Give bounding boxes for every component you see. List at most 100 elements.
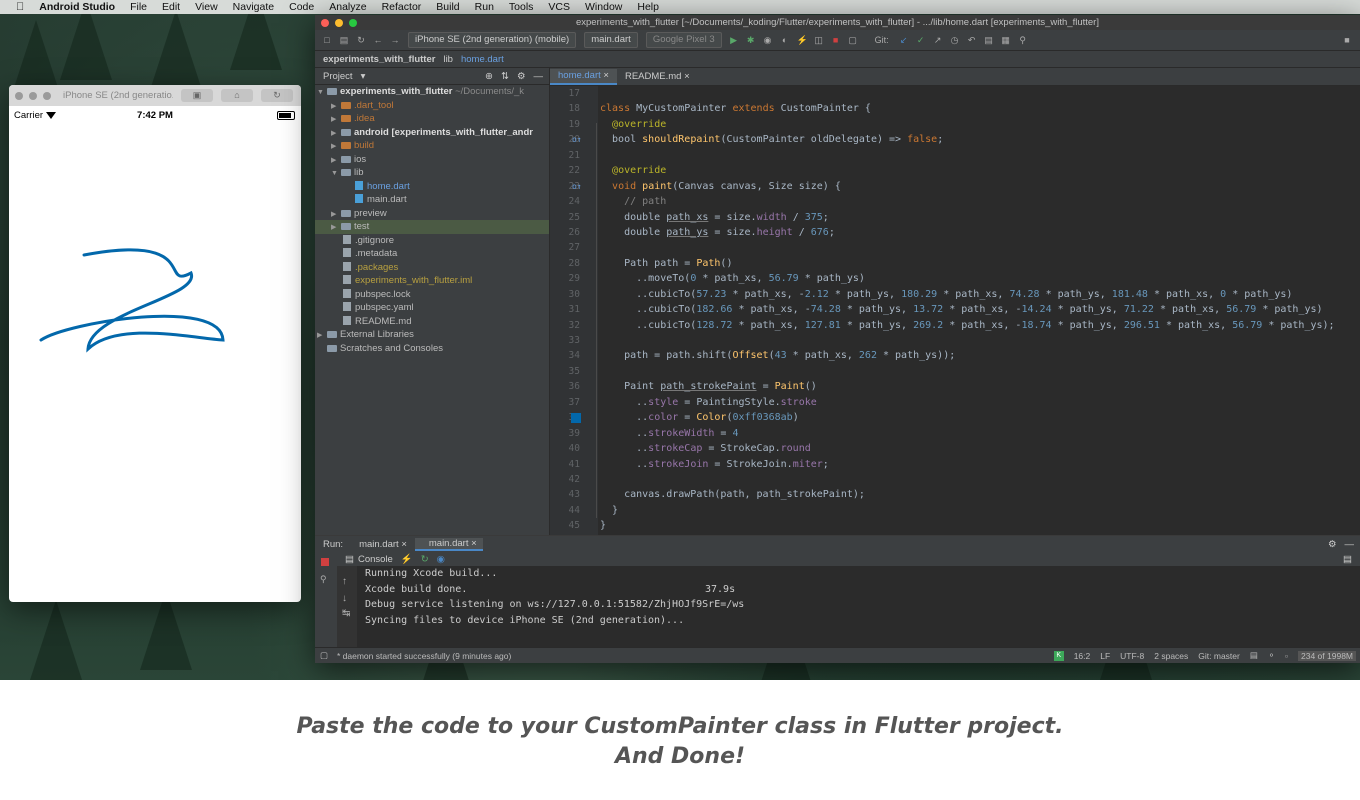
layout-icon[interactable]: ▦ <box>1001 35 1011 45</box>
hide-icon[interactable]: — <box>1345 539 1355 550</box>
collapse-icon[interactable]: ⇅ <box>501 71 509 82</box>
rotate-button[interactable]: ↻ <box>261 89 293 102</box>
stop-icon[interactable] <box>321 558 329 566</box>
breadcrumb-file[interactable]: home.dart <box>461 54 504 65</box>
home-button[interactable]: ⌂ <box>221 89 253 102</box>
gear-icon[interactable]: ⚙ <box>1328 539 1337 550</box>
tree-item[interactable]: ▼ lib <box>315 166 549 180</box>
avatar-icon[interactable]: ■ <box>1342 35 1352 45</box>
menu-window[interactable]: Window <box>585 1 622 13</box>
run-tab-active[interactable]: main.dart × <box>414 537 483 551</box>
sdk-icon[interactable]: ▢ <box>848 35 858 45</box>
menu-tools[interactable]: Tools <box>509 1 534 13</box>
menu-file[interactable]: File <box>130 1 147 13</box>
menu-analyze[interactable]: Analyze <box>329 1 366 13</box>
notifications-icon[interactable]: ▫ <box>1285 651 1288 661</box>
chevron-down-icon[interactable]: ▾ <box>361 71 366 82</box>
devtools-icon[interactable]: ◉ <box>437 554 445 565</box>
menu-refactor[interactable]: Refactor <box>382 1 422 13</box>
line-separator[interactable]: LF <box>1100 651 1110 661</box>
color-swatch[interactable] <box>571 413 581 424</box>
device-selector[interactable]: iPhone SE (2nd generation) (mobile) <box>408 32 577 48</box>
pin-icon[interactable]: ⚲ <box>320 574 337 585</box>
gear-icon[interactable]: ⚙ <box>517 71 526 82</box>
tab-console[interactable]: Console <box>358 554 393 565</box>
stop-icon[interactable]: ■ <box>831 35 841 45</box>
project-structure-icon[interactable]: ▤ <box>984 35 994 45</box>
tree-item[interactable]: Scratches and Consoles <box>315 342 549 356</box>
apple-icon[interactable]:  <box>16 1 24 13</box>
tree-item[interactable]: .metadata <box>315 247 549 261</box>
memory-indicator[interactable]: 234 of 1998M <box>1298 650 1356 661</box>
file-encoding[interactable]: UTF-8 <box>1120 651 1144 661</box>
tree-item[interactable]: ▶ .idea <box>315 112 549 126</box>
hot-reload-icon[interactable]: ⚡ <box>797 35 808 45</box>
override-marker-icon[interactable]: o↑ <box>572 179 582 191</box>
inspector-icon[interactable]: ⚬ <box>1268 650 1275 661</box>
open-folder-icon[interactable]: □ <box>322 35 332 45</box>
target-icon[interactable]: ⊕ <box>485 71 493 82</box>
run-icon[interactable]: ▶ <box>729 35 739 45</box>
hide-icon[interactable]: — <box>534 71 544 82</box>
tree-item[interactable]: ▼ experiments_with_flutter ~/Documents/_k <box>315 85 549 99</box>
tree-item[interactable]: ▶ preview <box>315 207 549 221</box>
tree-item[interactable]: ▶ .dart_tool <box>315 99 549 113</box>
status-message[interactable]: * daemon started successfully (9 minutes… <box>337 651 511 661</box>
git-push-icon[interactable]: ↗ <box>933 35 943 45</box>
git-update-icon[interactable]: ↙ <box>899 35 909 45</box>
zoom-icon[interactable] <box>43 91 51 100</box>
tree-item[interactable]: pubspec.lock <box>315 288 549 302</box>
menu-app-name[interactable]: Android Studio <box>39 1 115 13</box>
git-commit-icon[interactable]: ✓ <box>916 35 926 45</box>
minimize-icon[interactable] <box>29 91 37 100</box>
tree-item[interactable]: ▶ ios <box>315 153 549 167</box>
tree-item[interactable]: main.dart <box>315 193 549 207</box>
tree-item[interactable]: pubspec.yaml <box>315 301 549 315</box>
menu-vcs[interactable]: VCS <box>548 1 570 13</box>
tree-item[interactable]: home.dart <box>315 180 549 194</box>
run-tab[interactable]: main.dart × <box>351 539 407 550</box>
up-icon[interactable]: ↑ <box>342 576 357 587</box>
down-icon[interactable]: ↓ <box>342 593 357 604</box>
layout-icon[interactable]: ▢ <box>320 650 328 661</box>
tree-item[interactable]: README.md <box>315 315 549 329</box>
menu-run[interactable]: Run <box>475 1 494 13</box>
emulator-selector[interactable]: Google Pixel 3 <box>645 32 722 48</box>
menu-help[interactable]: Help <box>637 1 659 13</box>
menu-navigate[interactable]: Navigate <box>233 1 274 13</box>
forward-icon[interactable]: → <box>390 35 400 45</box>
tree-item[interactable]: ▶ test <box>315 220 549 234</box>
scroll-end-icon[interactable]: ▤ <box>1343 554 1352 565</box>
git-history-icon[interactable]: ◷ <box>950 35 960 45</box>
profile-icon[interactable]: ◐ <box>780 35 790 45</box>
indent-setting[interactable]: 2 spaces <box>1154 651 1188 661</box>
tab-home-dart[interactable]: home.dart × <box>550 69 617 85</box>
coverage-icon[interactable]: ◉ <box>763 35 773 45</box>
save-icon[interactable]: ▤ <box>339 35 349 45</box>
run-config-selector[interactable]: main.dart <box>584 32 638 48</box>
sync-icon[interactable]: ↻ <box>356 35 366 45</box>
wrap-icon[interactable]: ↹ <box>342 608 357 619</box>
code-editor[interactable]: home.dart × README.md × 17 18 class MyCus… <box>550 68 1360 535</box>
git-branch[interactable]: Git: master <box>1198 651 1240 661</box>
override-marker-icon[interactable]: o↑ <box>572 132 582 144</box>
git-rollback-icon[interactable]: ↶ <box>967 35 977 45</box>
tree-item[interactable]: ▶ android [experiments_with_flutter_andr <box>315 126 549 140</box>
debug-icon[interactable]: ✱ <box>746 35 756 45</box>
console-output[interactable]: Running Xcode build... Xcode build done.… <box>365 566 1360 628</box>
breadcrumb-lib[interactable]: lib <box>443 54 453 65</box>
screenshot-button[interactable]: ▣ <box>181 89 213 102</box>
caret-position[interactable]: 16:2 <box>1074 651 1091 661</box>
tree-item[interactable]: ▶ External Libraries <box>315 328 549 342</box>
back-icon[interactable]: ← <box>373 35 383 45</box>
menu-build[interactable]: Build <box>436 1 459 13</box>
lock-icon[interactable]: ▤ <box>1250 650 1258 661</box>
project-view-selector[interactable]: Project <box>323 71 353 82</box>
breadcrumb-project[interactable]: experiments_with_flutter <box>323 54 435 65</box>
hot-reload-icon[interactable]: ⚡ <box>401 554 413 565</box>
code-area[interactable]: 17 18 class MyCustomPainter extends Custo… <box>550 86 1360 534</box>
close-icon[interactable] <box>15 91 23 100</box>
search-icon[interactable]: ⚲ <box>1018 35 1028 45</box>
hot-restart-icon[interactable]: ↻ <box>421 554 429 565</box>
menu-code[interactable]: Code <box>289 1 314 13</box>
